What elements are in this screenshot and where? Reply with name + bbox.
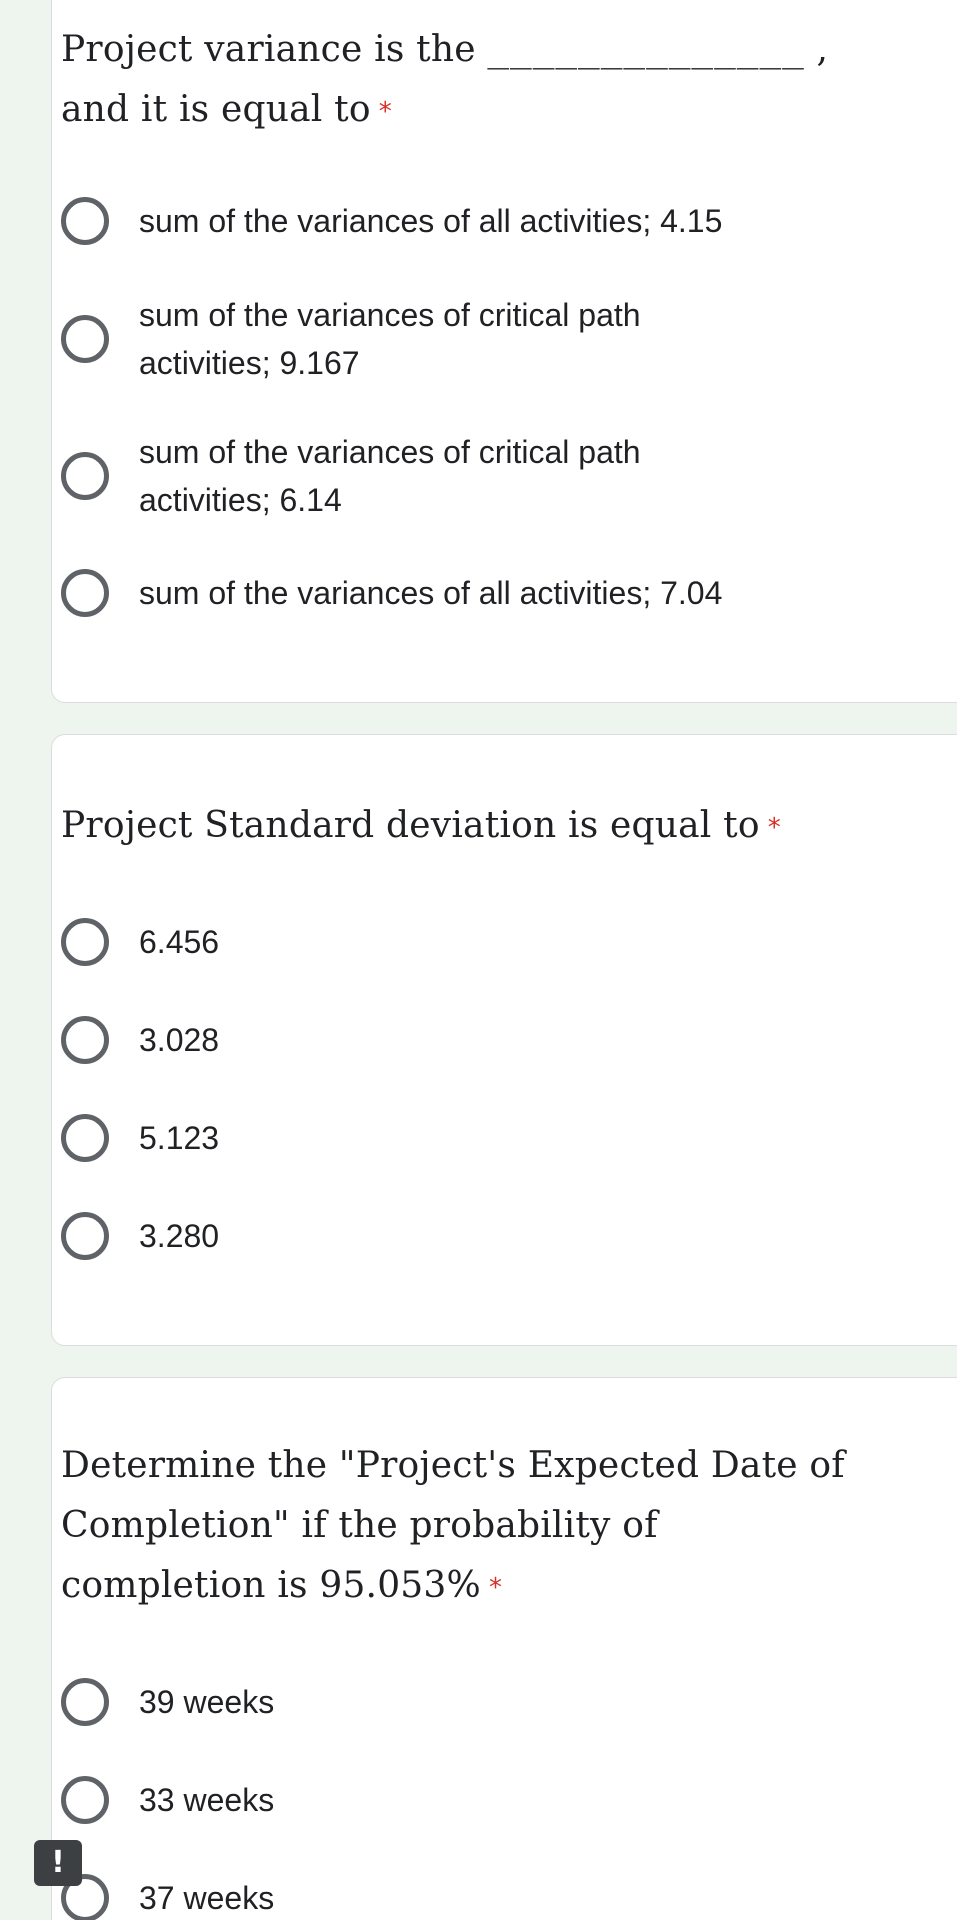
radio-option[interactable]: sum of the variances of critical path ac…: [61, 428, 881, 524]
fill-blank: ______________: [487, 29, 805, 70]
required-asterisk: *: [488, 1573, 503, 1603]
radio-option[interactable]: 37 weeks: [61, 1874, 881, 1920]
report-problem-button[interactable]: !: [34, 1840, 82, 1886]
question-text-before: Project variance is the: [61, 29, 488, 70]
question-title: Project variance is the ______________ ,…: [61, 20, 861, 140]
radio-button[interactable]: [61, 1678, 109, 1726]
option-label: sum of the variances of all activities; …: [139, 203, 723, 239]
option-label: 39 weeks: [139, 1684, 275, 1720]
radio-option[interactable]: 39 weeks: [61, 1678, 881, 1726]
radio-button[interactable]: [61, 569, 109, 617]
option-label: 33 weeks: [139, 1782, 275, 1818]
radio-button[interactable]: [61, 315, 109, 363]
radio-button[interactable]: [61, 918, 109, 966]
radio-button[interactable]: [61, 1776, 109, 1824]
radio-option[interactable]: sum of the variances of all activities; …: [61, 569, 881, 617]
question-title: Project Standard deviation is equal to *: [61, 796, 861, 856]
radio-option[interactable]: sum of the variances of critical path ac…: [61, 291, 881, 387]
radio-option[interactable]: sum of the variances of all activities; …: [61, 197, 881, 245]
radio-option[interactable]: 6.456: [61, 918, 881, 966]
radio-option[interactable]: 5.123: [61, 1114, 881, 1162]
option-label: 5.123: [139, 1120, 220, 1156]
option-label: 3.280: [139, 1218, 220, 1254]
option-label: sum of the variances of critical path ac…: [139, 434, 641, 518]
radio-option[interactable]: 33 weeks: [61, 1776, 881, 1824]
radio-option[interactable]: 3.028: [61, 1016, 881, 1064]
question-text: Project Standard deviation is equal to: [61, 805, 760, 846]
option-label: sum of the variances of all activities; …: [139, 575, 723, 611]
radio-button[interactable]: [61, 452, 109, 500]
required-asterisk: *: [378, 97, 392, 127]
option-label: 3.028: [139, 1022, 220, 1058]
option-label: sum of the variances of critical path ac…: [139, 297, 641, 381]
required-asterisk: *: [767, 813, 781, 843]
question-title: Determine the "Project's Expected Date o…: [61, 1436, 851, 1616]
question-text: Determine the "Project's Expected Date o…: [61, 1445, 845, 1606]
radio-button[interactable]: [61, 1114, 109, 1162]
radio-button[interactable]: [61, 1016, 109, 1064]
form-page: Project variance is the ______________ ,…: [0, 0, 957, 1920]
radio-button[interactable]: [61, 1212, 109, 1260]
radio-button[interactable]: [61, 197, 109, 245]
option-label: 6.456: [139, 924, 220, 960]
radio-option[interactable]: 3.280: [61, 1212, 881, 1260]
exclamation-icon: !: [51, 1845, 65, 1880]
option-label: 37 weeks: [139, 1880, 275, 1916]
